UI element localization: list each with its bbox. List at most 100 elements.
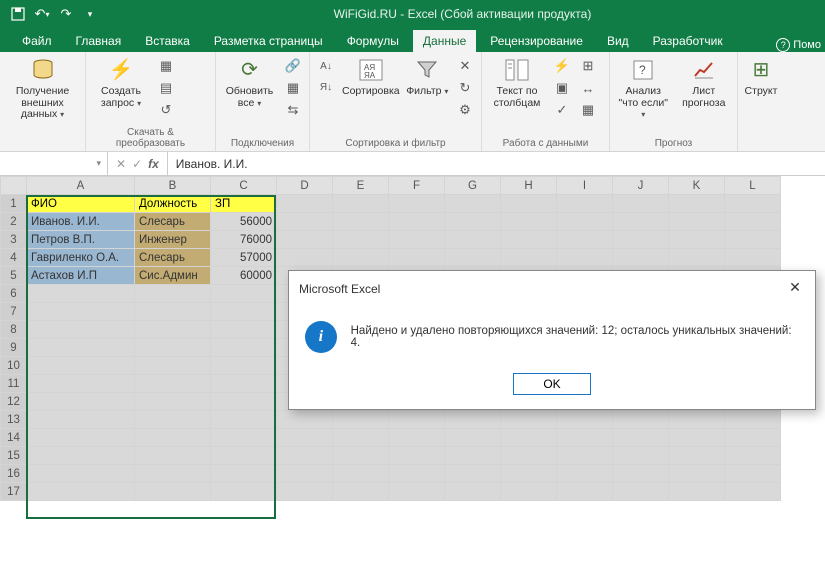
col-header[interactable]: K <box>669 177 725 195</box>
group-label-data-tools: Работа с данными <box>488 136 603 149</box>
undo-icon[interactable]: ↶▾ <box>32 4 52 24</box>
row-header[interactable]: 9 <box>1 339 27 357</box>
tell-me-button[interactable]: ?Помо <box>776 38 821 52</box>
tab-view[interactable]: Вид <box>597 30 639 52</box>
chevron-down-icon[interactable]: ▾ <box>96 158 101 169</box>
tab-page-layout[interactable]: Разметка страницы <box>204 30 333 52</box>
outline-button[interactable]: ⊞ Структ <box>744 56 778 98</box>
row-header[interactable]: 1 <box>1 195 27 213</box>
cell[interactable]: Слесарь <box>135 249 211 267</box>
col-header[interactable]: I <box>557 177 613 195</box>
cell[interactable]: 57000 <box>211 249 277 267</box>
select-all-corner[interactable] <box>1 177 27 195</box>
group-label-get-transform: Скачать & преобразовать <box>92 125 209 149</box>
svg-text:?: ? <box>639 63 646 77</box>
tab-developer[interactable]: Разработчик <box>643 30 733 52</box>
save-icon[interactable] <box>8 4 28 24</box>
manage-data-model-icon[interactable]: ▦ <box>578 100 598 120</box>
row-header[interactable]: 11 <box>1 375 27 393</box>
sort-za-icon[interactable]: Я↓ <box>316 77 336 97</box>
cell[interactable]: Должность <box>135 195 211 213</box>
advanced-filter-icon[interactable]: ⚙ <box>455 100 475 120</box>
edit-links-icon[interactable]: ⇆ <box>283 100 303 120</box>
cell[interactable]: Гавриленко О.А. <box>27 249 135 267</box>
connections-icon[interactable]: 🔗 <box>283 56 303 76</box>
app-title: WiFiGid.RU - Excel (Сбой активации проду… <box>100 7 825 21</box>
col-header[interactable]: J <box>613 177 669 195</box>
cell[interactable]: Астахов И.П <box>27 267 135 285</box>
row-header[interactable]: 2 <box>1 213 27 231</box>
recent-sources-icon[interactable]: ↺ <box>156 100 176 120</box>
col-header[interactable]: A <box>27 177 135 195</box>
col-header[interactable]: B <box>135 177 211 195</box>
row-header[interactable]: 7 <box>1 303 27 321</box>
redo-icon[interactable]: ↷ <box>56 4 76 24</box>
col-header[interactable]: C <box>211 177 277 195</box>
cell[interactable]: ФИО <box>27 195 135 213</box>
ok-button[interactable]: OK <box>513 373 591 395</box>
tab-data[interactable]: Данные <box>413 30 476 52</box>
row-header[interactable]: 10 <box>1 357 27 375</box>
cell[interactable]: 56000 <box>211 213 277 231</box>
cell[interactable]: ЗП <box>211 195 277 213</box>
row-header[interactable]: 4 <box>1 249 27 267</box>
cell[interactable]: 60000 <box>211 267 277 285</box>
tab-review[interactable]: Рецензирование <box>480 30 593 52</box>
tab-formulas[interactable]: Формулы <box>337 30 409 52</box>
row-header[interactable]: 6 <box>1 285 27 303</box>
col-header[interactable]: L <box>725 177 781 195</box>
row-header[interactable]: 13 <box>1 411 27 429</box>
tab-home[interactable]: Главная <box>66 30 132 52</box>
col-header[interactable]: G <box>445 177 501 195</box>
row-header[interactable]: 14 <box>1 429 27 447</box>
what-if-button[interactable]: ? Анализ "что если" ▾ <box>616 56 671 121</box>
cell[interactable]: Иванов. И.И. <box>27 213 135 231</box>
cell[interactable]: 76000 <box>211 231 277 249</box>
data-validation-icon[interactable]: ✓ <box>552 100 572 120</box>
row-header[interactable]: 3 <box>1 231 27 249</box>
clear-filter-icon[interactable]: ✕ <box>455 56 475 76</box>
forecast-sheet-button[interactable]: Лист прогноза <box>677 56 732 109</box>
col-header[interactable]: H <box>501 177 557 195</box>
row-header[interactable]: 12 <box>1 393 27 411</box>
row-header[interactable]: 16 <box>1 465 27 483</box>
properties-icon[interactable]: ▦ <box>283 78 303 98</box>
tab-insert[interactable]: Вставка <box>135 30 200 52</box>
relationships-icon[interactable]: ↔ <box>578 78 598 98</box>
remove-duplicates-icon[interactable]: ▣ <box>552 78 572 98</box>
filter-button[interactable]: Фильтр ▾ <box>406 56 449 98</box>
tab-file[interactable]: Файл <box>12 30 62 52</box>
qat-customize-icon[interactable]: ▾ <box>80 4 100 24</box>
consolidate-icon[interactable]: ⊞ <box>578 56 598 76</box>
group-label-connections: Подключения <box>222 136 303 149</box>
sort-az-icon[interactable]: A↓ <box>316 56 336 76</box>
row-header[interactable]: 17 <box>1 483 27 501</box>
fx-icon[interactable]: fx <box>148 157 159 171</box>
text-to-columns-button[interactable]: Текст по столбцам <box>488 56 546 109</box>
cell[interactable]: Инженер <box>135 231 211 249</box>
title-bar: ↶▾ ↷ ▾ WiFiGid.RU - Excel (Сбой активаци… <box>0 0 825 28</box>
row-header[interactable]: 8 <box>1 321 27 339</box>
sort-button[interactable]: АЯЯА Сортировка <box>342 56 400 98</box>
from-table-icon[interactable]: ▤ <box>156 78 176 98</box>
ribbon-tabs: Файл Главная Вставка Разметка страницы Ф… <box>0 28 825 52</box>
col-header[interactable]: D <box>277 177 333 195</box>
col-header[interactable]: F <box>389 177 445 195</box>
row-header[interactable]: 15 <box>1 447 27 465</box>
get-external-data-button[interactable]: Получение внешних данных ▾ <box>6 56 79 121</box>
reapply-icon[interactable]: ↻ <box>455 78 475 98</box>
flash-fill-icon[interactable]: ⚡ <box>552 56 572 76</box>
row-header[interactable]: 5 <box>1 267 27 285</box>
cell[interactable]: Слесарь <box>135 213 211 231</box>
enter-icon[interactable]: ✓ <box>132 157 142 171</box>
name-box[interactable]: ▾ <box>0 152 108 175</box>
cell[interactable]: Сис.Админ <box>135 267 211 285</box>
cancel-icon[interactable]: ✕ <box>116 157 126 171</box>
cell[interactable]: Петров В.П. <box>27 231 135 249</box>
show-queries-icon[interactable]: ▦ <box>156 56 176 76</box>
col-header[interactable]: E <box>333 177 389 195</box>
close-icon[interactable]: ✕ <box>785 279 805 299</box>
refresh-all-button[interactable]: ⟳ Обновить все ▾ <box>222 56 277 109</box>
formula-input[interactable]: Иванов. И.И. <box>168 157 825 171</box>
new-query-button[interactable]: ⚡ Создать запрос ▾ <box>92 56 150 109</box>
